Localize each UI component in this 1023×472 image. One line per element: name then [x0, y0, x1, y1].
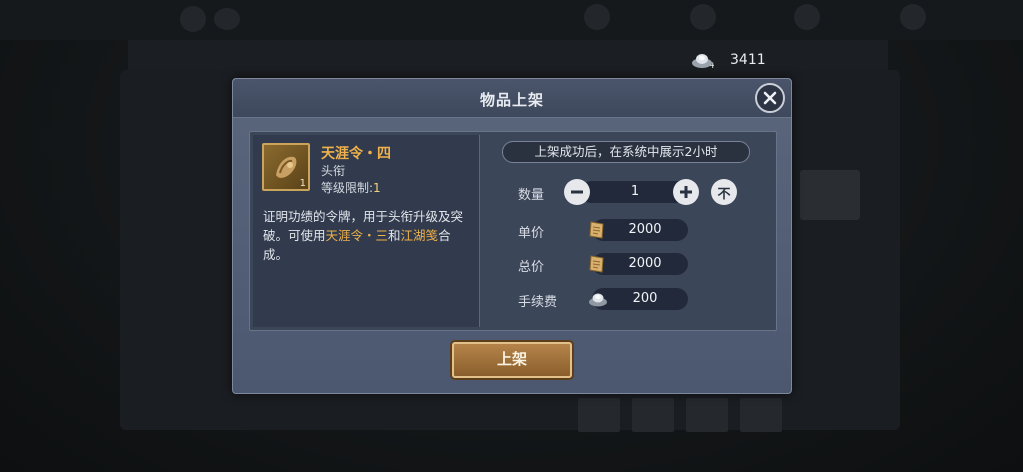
background-slot: [686, 398, 728, 432]
close-button[interactable]: [755, 83, 785, 113]
desc-highlight: 天涯令・三: [325, 228, 389, 243]
level-label: 等级限制:: [321, 181, 374, 195]
silver-ingot-icon: [589, 293, 607, 307]
ticket-icon: [589, 255, 604, 273]
total-price-label: 总价: [518, 260, 545, 275]
background-icon: [900, 4, 926, 30]
background-header: [128, 40, 888, 70]
item-count: 1: [299, 178, 306, 189]
item-level: 等级限制:1: [321, 179, 381, 196]
item-info-panel: 1 天涯令・四 头衔 等级限制:1 证明功绩的令牌，用于头衔升级及突破。可使用天…: [253, 135, 480, 327]
ticket-icon: [589, 221, 604, 239]
content-frame: 1 天涯令・四 头衔 等级限制:1 证明功绩的令牌，用于头衔升级及突破。可使用天…: [249, 131, 777, 331]
quantity-label: 数量: [518, 188, 545, 203]
listing-form: 上架成功后，在系统中展示2小时 数量 1 不 单价 2000 总价 2000 手…: [484, 135, 774, 327]
plus-icon: [680, 186, 692, 198]
background-icon: [180, 6, 206, 32]
background-icon: [214, 8, 240, 30]
listing-notice: 上架成功后，在系统中展示2小时: [502, 141, 750, 163]
unit-price-label: 单价: [518, 226, 545, 241]
currency-amount: 3411: [730, 52, 766, 68]
fee-label: 手续费: [518, 295, 558, 310]
silver-ingot-icon: +: [692, 54, 714, 69]
close-icon: [763, 91, 777, 105]
unit-price-value[interactable]: 2000: [592, 219, 688, 241]
decrease-quantity-button[interactable]: [564, 179, 590, 205]
background-topbar: [0, 0, 1023, 40]
dialog-title: 物品上架: [479, 91, 544, 109]
background-icon: [690, 4, 716, 30]
background-slot: [740, 398, 782, 432]
increase-quantity-button[interactable]: [673, 179, 699, 205]
minus-icon: [571, 190, 583, 194]
list-item-dialog: 物品上架 1 天涯令・四 头衔 等级限制:1 证明功绩的令牌，用于头衔升级及突破…: [232, 78, 792, 394]
background-slot: [632, 398, 674, 432]
level-value: 1: [373, 181, 381, 195]
currency-display: + 3411: [690, 48, 766, 72]
desc-highlight: 江湖笺: [400, 228, 439, 243]
dialog-header: 物品上架: [233, 79, 791, 118]
item-icon-slot[interactable]: 1: [262, 143, 310, 191]
item-name: 天涯令・四: [321, 146, 391, 162]
background-side-item: [800, 170, 860, 220]
background-slot: [578, 398, 620, 432]
desc-text: 和: [388, 228, 401, 243]
item-description: 证明功绩的令牌，用于头衔升级及突破。可使用天涯令・三和江湖笺合成。: [263, 207, 475, 264]
list-item-confirm-button[interactable]: 上架: [452, 342, 572, 378]
item-type: 头衔: [321, 164, 346, 178]
max-quantity-button[interactable]: 不: [711, 179, 737, 205]
total-price-value: 2000: [592, 253, 688, 275]
background-icon: [584, 4, 610, 30]
svg-text:+: +: [709, 61, 714, 69]
background-icon: [794, 4, 820, 30]
